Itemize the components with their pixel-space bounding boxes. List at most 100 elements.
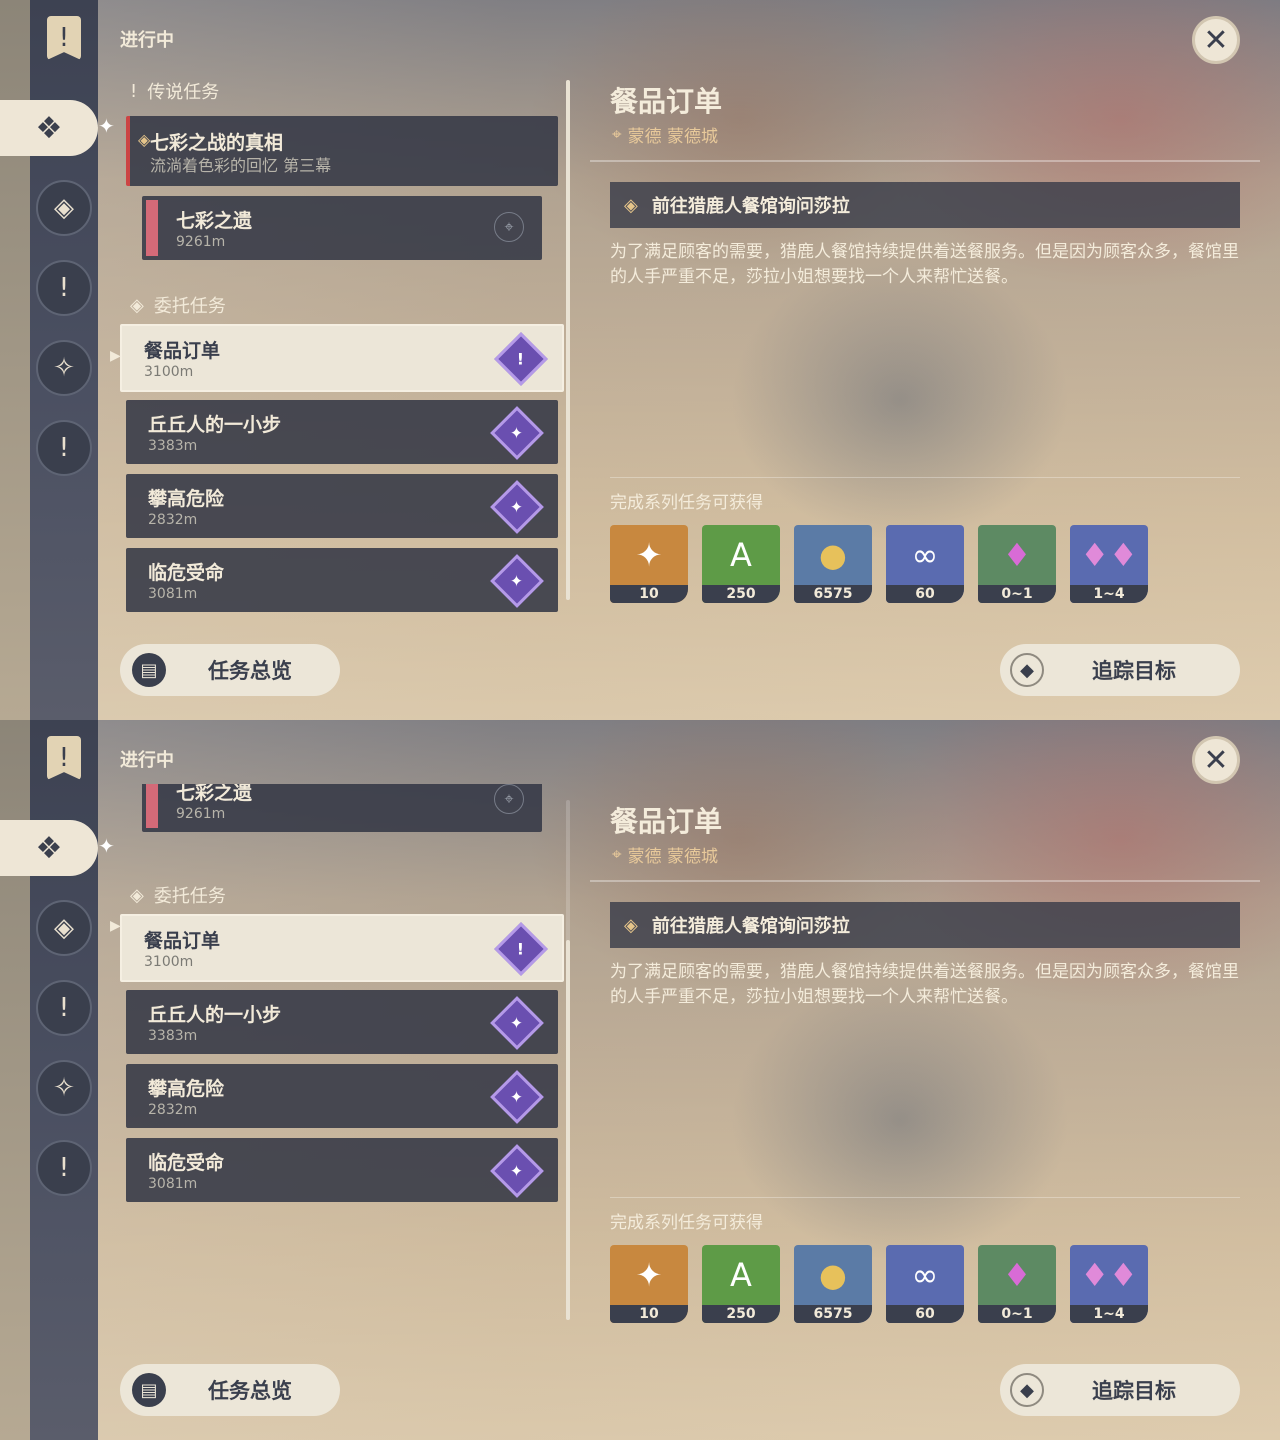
nav-archon-quest[interactable]: ! bbox=[36, 260, 92, 316]
nav-commission-active[interactable]: ❖ bbox=[0, 820, 98, 876]
nav-story-quest[interactable]: ! bbox=[36, 1140, 92, 1196]
overview-icon: ▤ bbox=[132, 653, 166, 687]
world-quest-icon: ◈ bbox=[54, 193, 74, 223]
quest-distance: 2832m bbox=[148, 512, 198, 528]
nav-story-quest[interactable]: ! bbox=[36, 420, 92, 476]
quest-title: 攀高危险 bbox=[148, 488, 225, 510]
quest-objective: ◈ 前往猎鹿人餐馆询问莎拉 bbox=[610, 182, 1240, 228]
rewards-label: 完成系列任务可获得 bbox=[610, 493, 763, 513]
quest-title: 攀高危险 bbox=[148, 1078, 225, 1100]
nav-commission-active[interactable]: ❖ bbox=[0, 100, 98, 156]
quest-title: 餐品订单 bbox=[144, 930, 221, 952]
nav-world-quest[interactable]: ◈ bbox=[36, 180, 92, 236]
reward-item[interactable]: ♦ 0~1 bbox=[978, 525, 1056, 603]
commission-quest-icon: ✦ bbox=[490, 406, 544, 460]
quest-distance: 3383m bbox=[148, 438, 198, 454]
nav-event-quest[interactable]: ✧ bbox=[36, 340, 92, 396]
reward-item[interactable]: ∞ 60 bbox=[886, 525, 964, 603]
quest-title: 丘丘人的一小步 bbox=[148, 414, 282, 436]
close-button[interactable]: ✕ bbox=[1192, 16, 1240, 64]
nav-archon-quest[interactable]: ! bbox=[36, 980, 92, 1036]
sub-quest-title: 七彩之遗 bbox=[176, 784, 253, 804]
quest-item[interactable]: 丘丘人的一小步 3383m ✦ bbox=[126, 400, 558, 464]
quest-list[interactable]: ! 传说任务 ◈ 七彩之战的真相 流淌着色彩的回忆 第三幕 七彩之遗 9261m … bbox=[110, 72, 570, 612]
compass-icon: ✧ bbox=[53, 353, 75, 383]
quest-overview-button[interactable]: ▤ 任务总览 bbox=[120, 1364, 340, 1416]
scrollbar-thumb[interactable] bbox=[566, 940, 570, 1320]
location-pin-icon: ⌖ bbox=[612, 124, 622, 145]
track-diamond-icon: ◆ bbox=[1010, 653, 1044, 687]
quest-description: 为了满足顾客的需要，猎鹿人餐馆持续提供着送餐服务。但是因为顾客众多，餐馆里的人手… bbox=[610, 962, 1239, 1007]
location-pin-icon[interactable]: ⌖ bbox=[494, 212, 524, 242]
quest-item[interactable]: 攀高危险 2832m ✦ bbox=[126, 474, 558, 538]
quest-item[interactable]: 临危受命 3081m ✦ bbox=[126, 1138, 558, 1202]
primogem-icon: ✦ bbox=[635, 536, 663, 574]
sub-quest-card[interactable]: 七彩之遗 9261m ⌖ bbox=[142, 196, 542, 260]
diamond-icon: ◈ bbox=[138, 130, 151, 149]
reward-amount: 0~1 bbox=[978, 585, 1056, 603]
quest-color-bar bbox=[146, 784, 158, 828]
nav-world-quest[interactable]: ◈ bbox=[36, 900, 92, 956]
quest-title: 临危受命 bbox=[148, 562, 225, 584]
quest-item[interactable]: 临危受命 3081m ✦ bbox=[126, 548, 558, 612]
reward-item[interactable]: ♦♦ 1~4 bbox=[1070, 525, 1148, 603]
quest-distance: 3100m bbox=[144, 954, 194, 970]
quest-item[interactable]: 丘丘人的一小步 3383m ✦ bbox=[126, 990, 558, 1054]
quest-distance: 3081m bbox=[148, 586, 198, 602]
diamond-icon: ◈ bbox=[624, 194, 638, 216]
sub-quest-card[interactable]: 七彩之遗 9261m ⌖ bbox=[142, 784, 542, 832]
reward-item[interactable]: ♦ 0~1 bbox=[978, 1245, 1056, 1323]
quest-overview-button[interactable]: ▤ 任务总览 bbox=[120, 644, 340, 696]
track-button[interactable]: ◆ 追踪目标 bbox=[1000, 1364, 1240, 1416]
companionship-exp-icon: ∞ bbox=[911, 1256, 939, 1294]
adventure-exp-icon: A bbox=[730, 1256, 752, 1294]
quest-item-selected[interactable]: 餐品订单 3100m ! bbox=[120, 324, 564, 392]
reward-item[interactable]: ♦♦ 1~4 bbox=[1070, 1245, 1148, 1323]
legend-section-header: ! 传说任务 bbox=[130, 80, 220, 104]
reward-item[interactable]: ● 6575 bbox=[794, 525, 872, 603]
reward-item[interactable]: A 250 bbox=[702, 1245, 780, 1323]
sub-quest-title: 七彩之遗 bbox=[176, 210, 253, 232]
reward-item[interactable]: ● 6575 bbox=[794, 1245, 872, 1323]
quest-list-scrollbar[interactable] bbox=[566, 80, 570, 600]
sub-quest-distance: 9261m bbox=[176, 234, 226, 250]
legend-quest-subtitle: 流淌着色彩的回忆 第三幕 bbox=[150, 156, 332, 175]
reward-amount: 250 bbox=[702, 585, 780, 603]
commission-section-header: ◈ 委托任务 bbox=[130, 884, 226, 908]
companionship-exp-icon: ∞ bbox=[911, 536, 939, 574]
reward-amount: 6575 bbox=[794, 1305, 872, 1323]
location-pin-icon[interactable]: ⌖ bbox=[494, 784, 524, 814]
legend-quest-title: 七彩之战的真相 bbox=[150, 132, 284, 154]
close-button[interactable]: ✕ bbox=[1192, 736, 1240, 784]
track-button[interactable]: ◆ 追踪目标 bbox=[1000, 644, 1240, 696]
primogem-icon: ✦ bbox=[635, 1256, 663, 1294]
legend-quest-card[interactable]: ◈ 七彩之战的真相 流淌着色彩的回忆 第三幕 bbox=[126, 116, 558, 186]
quest-detail-title: 餐品订单 bbox=[610, 805, 723, 838]
quest-list[interactable]: 七彩之遗 9261m ⌖ ◈ 委托任务 餐品订单 3100m ! 丘丘人的一小步 … bbox=[110, 784, 570, 1332]
close-icon: ✕ bbox=[1203, 742, 1229, 778]
quest-distance: 3383m bbox=[148, 1028, 198, 1044]
quest-location: ⌖ 蒙德 蒙德城 bbox=[612, 124, 718, 148]
quest-list-scrollbar[interactable] bbox=[566, 800, 570, 1320]
scrollbar-thumb[interactable] bbox=[566, 80, 570, 600]
quest-item[interactable]: 攀高危险 2832m ✦ bbox=[126, 1064, 558, 1128]
nav-event-quest[interactable]: ✧ bbox=[36, 1060, 92, 1116]
quest-distance: 2832m bbox=[148, 1102, 198, 1118]
commission-section-header: ◈ 委托任务 bbox=[130, 294, 226, 318]
reward-item[interactable]: A 250 bbox=[702, 525, 780, 603]
reward-item[interactable]: ✦ 10 bbox=[610, 1245, 688, 1323]
exclamation-icon: ! bbox=[58, 993, 70, 1023]
commission-icon: ❖ bbox=[35, 830, 63, 866]
reward-item[interactable]: ✦ 10 bbox=[610, 525, 688, 603]
reward-amount: 1~4 bbox=[1070, 1305, 1148, 1323]
mora-icon: ● bbox=[819, 536, 847, 574]
reward-amount: 250 bbox=[702, 1305, 780, 1323]
quest-item-selected[interactable]: 餐品订单 3100m ! bbox=[120, 914, 564, 982]
quest-description: 为了满足顾客的需要，猎鹿人餐馆持续提供着送餐服务。但是因为顾客众多，餐馆里的人手… bbox=[610, 242, 1239, 287]
in-progress-header: 进行中 bbox=[120, 30, 174, 51]
divider bbox=[610, 1197, 1240, 1198]
quest-objective: ◈ 前往猎鹿人餐馆询问莎拉 bbox=[610, 902, 1240, 948]
quest-location: ⌖ 蒙德 蒙德城 bbox=[612, 844, 718, 868]
reward-item[interactable]: ∞ 60 bbox=[886, 1245, 964, 1323]
reward-amount: 60 bbox=[886, 1305, 964, 1323]
